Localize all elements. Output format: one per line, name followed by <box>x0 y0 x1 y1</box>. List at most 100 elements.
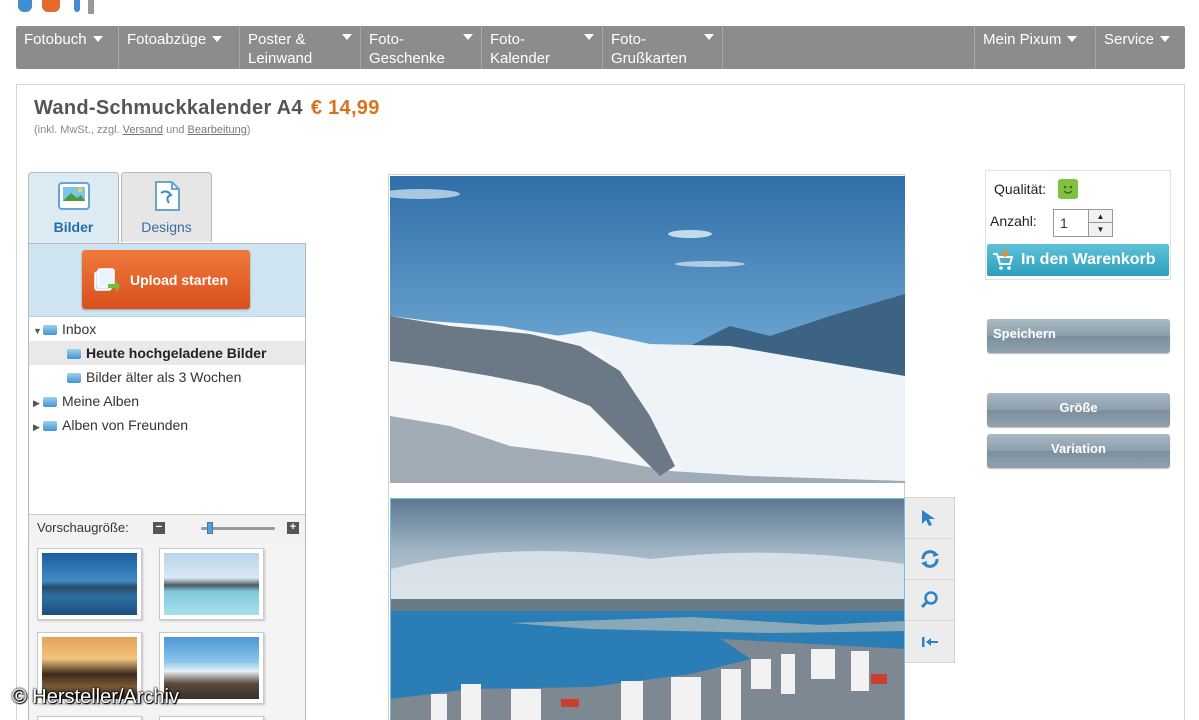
nav-foto-geschenke[interactable]: Foto- Geschenke <box>361 26 482 69</box>
size-button[interactable]: Größe <box>987 393 1170 427</box>
chevron-down-icon <box>92 36 103 42</box>
pixum-logo[interactable] <box>16 0 96 14</box>
chevron-down-icon <box>584 34 594 40</box>
nav-foto-kalender[interactable]: Foto- Kalender <box>482 26 603 69</box>
shipping-link[interactable]: Versand <box>123 124 163 136</box>
nav-foto-grusskarten[interactable]: Foto- Grußkarten <box>603 26 723 69</box>
move-left-tool[interactable] <box>905 621 954 662</box>
chevron-down-icon <box>212 36 223 42</box>
rotate-icon <box>920 550 939 568</box>
thumbnail-image[interactable] <box>159 716 264 720</box>
thumbnail-image[interactable] <box>159 548 264 620</box>
processing-link[interactable]: Bearbeitung <box>188 124 247 136</box>
tree-expand-icon[interactable]: ▼ <box>33 319 43 343</box>
cart-icon <box>993 249 1014 270</box>
mountain-landscape-image <box>390 176 905 483</box>
design-icon <box>154 181 180 211</box>
chevron-down-icon <box>342 34 352 40</box>
folder-icon <box>67 349 81 359</box>
main-navigation: Fotobuch Fotoabzüge Poster & Leinwand Fo… <box>16 26 1185 69</box>
preview-size-slider-handle[interactable] <box>207 522 213 534</box>
arrow-left-bar-icon <box>921 636 938 647</box>
tree-item-my-albums[interactable]: ▶ Meine Alben <box>29 389 305 413</box>
zoom-out-icon[interactable]: − <box>153 522 165 534</box>
quantity-stepper[interactable]: ▲ ▼ <box>1089 209 1113 237</box>
stepper-up-icon[interactable]: ▲ <box>1089 210 1112 223</box>
calendar-photo-top[interactable] <box>390 176 905 483</box>
nav-poster-line1: Poster & <box>248 31 306 48</box>
quantity-label: Anzahl: <box>990 213 1037 229</box>
product-title: Wand-Schmuckkalender A4 <box>34 97 303 119</box>
album-tree: ▼ Inbox Heute hochgeladene Bilder Bilder … <box>29 317 305 437</box>
nav-service-label: Service <box>1104 31 1155 48</box>
quality-label: Qualität: <box>994 181 1047 197</box>
price-note-suffix: ) <box>246 124 251 136</box>
zoom-in-icon[interactable]: + <box>287 522 299 534</box>
tab-bilder-label: Bilder <box>53 219 94 235</box>
nav-mein-pixum-label: Mein Pixum <box>983 31 1062 48</box>
tree-item-label: Meine Alben <box>62 393 140 409</box>
chevron-down-icon <box>1160 36 1171 42</box>
upload-start-label: Upload starten <box>130 271 229 288</box>
nav-service[interactable]: Service <box>1096 26 1185 69</box>
tree-expand-icon[interactable]: ▶ <box>33 391 43 415</box>
tab-bilder[interactable]: Bilder <box>28 172 119 244</box>
tab-designs-label: Designs <box>141 219 192 235</box>
nav-fotobuch[interactable]: Fotobuch <box>16 26 119 69</box>
folder-icon <box>67 373 81 383</box>
select-tool[interactable] <box>905 498 954 539</box>
tab-designs[interactable]: Designs <box>121 172 212 242</box>
save-button[interactable]: Speichern <box>987 319 1170 353</box>
nav-fotoabzuege[interactable]: Fotoabzüge <box>119 26 240 69</box>
nav-spacer <box>723 26 975 69</box>
tree-item-friends-albums[interactable]: ▶ Alben von Freunden <box>29 413 305 437</box>
nav-kalender-line2: Kalender <box>490 50 551 67</box>
folder-icon <box>43 325 57 335</box>
size-label: Größe <box>1059 400 1098 415</box>
tree-item-label: Inbox <box>62 321 97 337</box>
price-note-prefix: (inkl. MwSt., zzgl. <box>34 124 120 136</box>
stepper-down-icon[interactable]: ▼ <box>1089 223 1112 236</box>
product-price: € 14,99 <box>310 97 380 119</box>
tree-item-inbox[interactable]: ▼ Inbox <box>29 317 305 341</box>
nav-poster-leinwand[interactable]: Poster & Leinwand <box>240 26 361 69</box>
preview-size-label: Vorschaugröße: <box>37 520 129 535</box>
canvas-tool-strip <box>905 497 955 663</box>
upload-start-button[interactable]: Upload starten <box>82 250 250 309</box>
chevron-down-icon <box>463 34 473 40</box>
rotate-tool[interactable] <box>905 539 954 580</box>
tree-item-label: Heute hochgeladene Bilder <box>86 345 267 361</box>
thumbnail-image[interactable] <box>37 716 142 720</box>
folder-icon <box>43 421 57 431</box>
tree-item-today-uploads[interactable]: Heute hochgeladene Bilder <box>29 341 305 365</box>
nav-fotoabzuege-label: Fotoabzüge <box>127 31 207 48</box>
image-icon <box>57 182 90 210</box>
pointer-icon <box>921 510 935 526</box>
nav-geschenke-line1: Foto- <box>369 31 405 48</box>
chevron-down-icon <box>704 34 714 40</box>
variation-button[interactable]: Variation <box>987 434 1170 468</box>
product-title-row: Wand-Schmuckkalender A4 € 14,99 <box>34 97 380 120</box>
nav-mein-pixum[interactable]: Mein Pixum <box>975 26 1096 69</box>
folder-icon <box>43 397 57 407</box>
add-to-cart-button[interactable]: In den Warenkorb <box>987 244 1169 276</box>
calendar-photo-bottom[interactable] <box>390 498 905 720</box>
thumbnail-image[interactable] <box>37 548 142 620</box>
smiley-quality-icon <box>1058 179 1078 199</box>
nav-geschenke-line2: Geschenke <box>369 50 445 67</box>
preview-size-bar: Vorschaugröße: − + <box>29 514 305 540</box>
zoom-tool[interactable] <box>905 580 954 621</box>
price-note-and: und <box>166 124 185 136</box>
calendar-canvas <box>388 174 905 720</box>
magnifier-icon <box>920 591 938 609</box>
tree-item-label: Alben von Freunden <box>62 417 189 433</box>
nav-kalender-line1: Foto- <box>490 31 526 48</box>
quantity-input[interactable]: 1 <box>1053 209 1089 237</box>
tree-expand-icon[interactable]: ▶ <box>33 415 43 439</box>
upload-icon <box>94 267 120 292</box>
nav-poster-line2: Leinwand <box>248 50 313 67</box>
chevron-down-icon <box>1067 36 1078 42</box>
save-label: Speichern <box>993 326 1056 341</box>
tree-item-older-images[interactable]: Bilder älter als 3 Wochen <box>29 365 305 389</box>
nav-grusskarten-line1: Foto- <box>611 31 647 48</box>
